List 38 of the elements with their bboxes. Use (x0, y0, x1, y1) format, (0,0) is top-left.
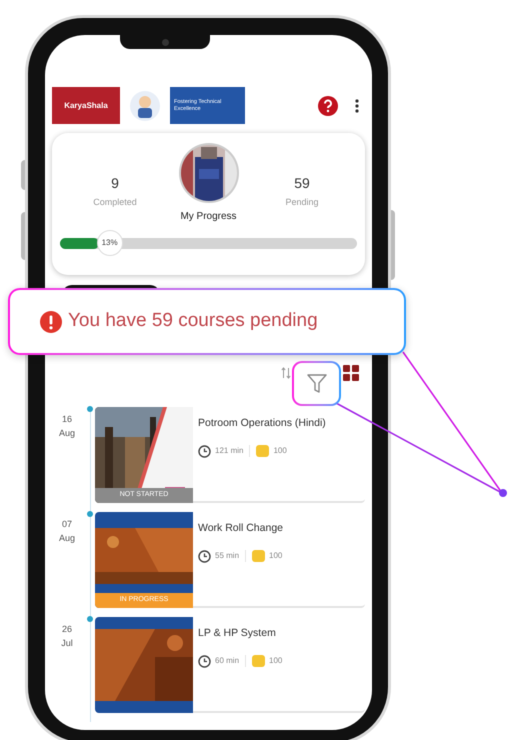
help-icon[interactable] (318, 96, 338, 116)
points-text: 100 (269, 655, 282, 668)
date-month: Aug (58, 426, 76, 440)
stat-value: 9 (111, 174, 119, 193)
date-day: 26 (55, 623, 79, 636)
grid-icon[interactable] (343, 365, 359, 381)
coin-icon (256, 445, 270, 458)
duration-text: 60 min (215, 655, 240, 668)
alert-message: You have 59 courses pending (68, 309, 318, 334)
coin-icon (252, 655, 266, 668)
stat-value: 59 (294, 174, 310, 193)
clock-icon (198, 654, 211, 668)
date-month: Aug (58, 532, 76, 545)
clock-icon (198, 444, 211, 458)
coin-icon (252, 550, 266, 562)
points-text: 100 (269, 550, 282, 562)
date-month: Jul (60, 636, 74, 650)
progress-title: My Progress (180, 210, 237, 224)
stat-label: Pending (285, 196, 319, 209)
date-day: 16 (55, 413, 79, 426)
course-title: Work Roll Change (198, 521, 284, 536)
stat-label: Completed (93, 196, 137, 209)
sort-icon[interactable] (281, 367, 291, 379)
course-title: Potroom Operations (Hindi) (198, 416, 326, 431)
more-icon[interactable] (355, 98, 359, 112)
points-text: 100 (273, 445, 287, 458)
course-card[interactable]: LP & HP System 60 min 100 (95, 617, 365, 713)
date-day: 07 (55, 518, 79, 532)
duration-text: 121 min (215, 445, 244, 458)
anchor-dot (499, 489, 507, 497)
course-title: LP & HP System (198, 626, 277, 641)
alert-icon (40, 310, 62, 332)
clock-icon (198, 550, 211, 563)
percent-badge: 13% (96, 230, 123, 256)
mascot-icon (128, 88, 162, 122)
duration-text: 55 min (215, 550, 240, 562)
brand-name: KaryaShala (64, 100, 108, 112)
filter-icon[interactable] (306, 372, 326, 394)
